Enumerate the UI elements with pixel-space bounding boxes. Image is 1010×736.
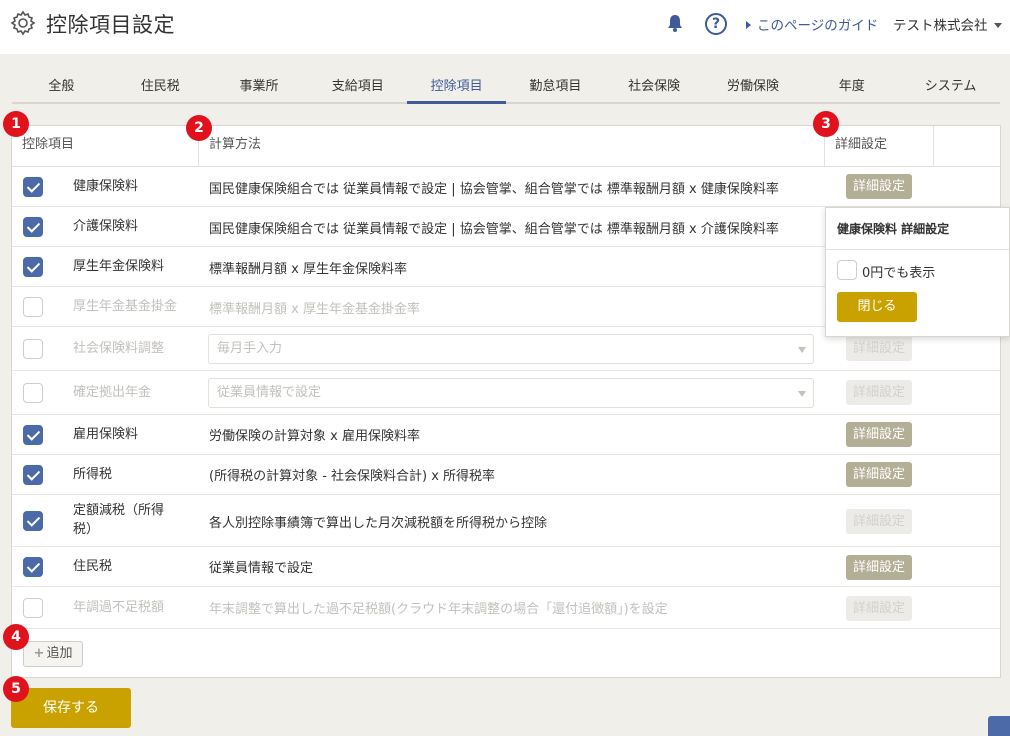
detail-button[interactable]: 詳細設定 [846, 174, 912, 199]
bell-icon[interactable] [665, 13, 685, 33]
header-item: 控除項目 [22, 137, 75, 152]
callout-badge: 4 [3, 624, 29, 650]
row-checkbox[interactable] [23, 257, 43, 277]
row-checkbox[interactable] [23, 297, 43, 317]
detail-button[interactable]: 詳細設定 [846, 555, 912, 580]
tab-labor-insurance[interactable]: 労働保険 [704, 74, 803, 102]
save-button[interactable]: 保存する [11, 688, 131, 728]
plus-icon: + [33, 646, 45, 661]
row-method: 標準報酬月額 x 厚生年金基金掛金率 [209, 302, 420, 317]
row-checkbox[interactable] [23, 177, 43, 197]
tab-social-insurance[interactable]: 社会保険 [605, 74, 704, 102]
callout-badge: 2 [186, 115, 212, 141]
detail-button[interactable]: 詳細設定 [846, 336, 912, 361]
tab-resident-tax[interactable]: 住民税 [111, 74, 210, 102]
add-item-button[interactable]: + 追加 [23, 641, 83, 667]
caret-down-icon [993, 23, 1002, 28]
row-method: 従業員情報で設定 [209, 561, 314, 576]
row-name: 介護保険料 [73, 219, 139, 234]
table-row: 健康保険料 国民健康保険組合では 従業員情報で設定 | 協会管掌、組合管掌では … [12, 167, 1000, 207]
row-checkbox[interactable] [23, 557, 43, 577]
row-method: 国民健康保険組合では 従業員情報で設定 | 協会管掌、組合管掌では 標準報酬月額… [209, 222, 779, 237]
table-row: 雇用保険料 労働保険の計算対象 x 雇用保険料率 詳細設定 [12, 415, 1000, 455]
help-icon[interactable]: ? [705, 13, 727, 35]
table-row: 確定拠出年金 従業員情報で設定 詳細設定 [12, 371, 1000, 415]
show-zero-label: 0円でも表示 [862, 266, 936, 281]
method-select[interactable]: 毎月手入力 [208, 334, 814, 364]
detail-button[interactable]: 詳細設定 [846, 596, 912, 621]
row-name: 住民税 [73, 559, 113, 574]
row-checkbox[interactable] [23, 465, 43, 485]
row-checkbox[interactable] [23, 339, 43, 359]
tab-system[interactable]: システム [901, 74, 1000, 102]
row-method: 標準報酬月額 x 厚生年金保険料率 [209, 262, 407, 277]
tab-deduction-items[interactable]: 控除項目 [407, 74, 506, 104]
row-name: 年調過不足税額 [73, 600, 165, 615]
row-name: 雇用保険料 [73, 427, 139, 442]
triangle-right-icon [746, 21, 751, 29]
method-select-value: 従業員情報で設定 [217, 385, 322, 400]
row-checkbox[interactable] [23, 511, 43, 531]
tab-office[interactable]: 事業所 [210, 74, 309, 102]
callout-badge: 3 [813, 111, 839, 137]
row-method: 労働保険の計算対象 x 雇用保険料率 [209, 429, 420, 444]
detail-settings-popover: 健康保険料 詳細設定 0円でも表示 閉じる [825, 207, 1010, 337]
row-checkbox[interactable] [23, 217, 43, 237]
company-name: テスト株式会社 [893, 18, 988, 34]
row-checkbox[interactable] [23, 425, 43, 445]
tab-payment-items[interactable]: 支給項目 [308, 74, 407, 102]
table-row: 年調過不足税額 年末調整で算出した過不足税額(クラウド年末調整の場合「還付追徴額… [12, 587, 1000, 629]
detail-button[interactable]: 詳細設定 [846, 509, 912, 534]
scroll-to-top-button[interactable] [988, 716, 1010, 736]
row-name: 定額減税（所得税） [73, 503, 165, 537]
settings-tabs: 全般 住民税 事業所 支給項目 控除項目 勤怠項目 社会保険 労働保険 年度 シ… [12, 74, 1000, 104]
select-arrow-icon [798, 347, 806, 353]
header-blank [933, 126, 1000, 167]
callout-badge: 5 [3, 676, 29, 702]
row-checkbox[interactable] [23, 383, 43, 403]
row-method: 各人別控除事績簿で算出した月次減税額を所得税から控除 [209, 516, 548, 531]
add-item-label: 追加 [46, 646, 73, 661]
detail-button[interactable]: 詳細設定 [846, 462, 912, 487]
tab-general[interactable]: 全般 [12, 74, 111, 102]
row-name: 社会保険料調整 [73, 341, 165, 356]
company-menu[interactable]: テスト株式会社 [893, 14, 1002, 34]
tab-attendance-items[interactable]: 勤怠項目 [506, 74, 605, 102]
table-row: 住民税 従業員情報で設定 詳細設定 [12, 547, 1000, 587]
row-method: (所得税の計算対象 - 社会保険料合計) x 所得税率 [209, 469, 496, 484]
header-method: 計算方法 [198, 126, 824, 167]
select-arrow-icon [798, 391, 806, 397]
page-title: 控除項目設定 [46, 13, 175, 37]
table-header: 控除項目 計算方法 詳細設定 [12, 126, 1000, 167]
tab-fiscal-year[interactable]: 年度 [802, 74, 901, 102]
table-row: 所得税 (所得税の計算対象 - 社会保険料合計) x 所得税率 詳細設定 [12, 455, 1000, 495]
row-checkbox[interactable] [23, 598, 43, 618]
table-row: 定額減税（所得税） 各人別控除事績簿で算出した月次減税額を所得税から控除 詳細設… [12, 495, 1000, 547]
detail-button[interactable]: 詳細設定 [846, 380, 912, 405]
row-name: 健康保険料 [73, 179, 139, 194]
row-name: 所得税 [73, 467, 113, 482]
guide-link-label: このページのガイド [757, 18, 879, 34]
gear-icon [10, 10, 36, 36]
page-header: 控除項目設定 ? このページのガイド テスト株式会社 [0, 0, 1010, 54]
row-method: 国民健康保険組合では 従業員情報で設定 | 協会管掌、組合管掌では 標準報酬月額… [209, 182, 779, 197]
method-select-value: 毎月手入力 [217, 341, 283, 356]
popover-title: 健康保険料 詳細設定 [826, 208, 1009, 250]
row-name: 厚生年金基金掛金 [73, 299, 178, 314]
row-name: 確定拠出年金 [73, 385, 152, 400]
callout-badge: 1 [3, 111, 29, 137]
show-zero-checkbox[interactable] [837, 260, 857, 280]
close-button[interactable]: 閉じる [837, 292, 917, 322]
row-name: 厚生年金保険料 [73, 259, 165, 274]
header-detail: 詳細設定 [824, 126, 933, 167]
detail-button[interactable]: 詳細設定 [846, 422, 912, 447]
method-select[interactable]: 従業員情報で設定 [208, 378, 814, 408]
row-method: 年末調整で算出した過不足税額(クラウド年末調整の場合「還付追徴額」)を設定 [209, 602, 668, 617]
guide-link[interactable]: このページのガイド [746, 14, 878, 34]
